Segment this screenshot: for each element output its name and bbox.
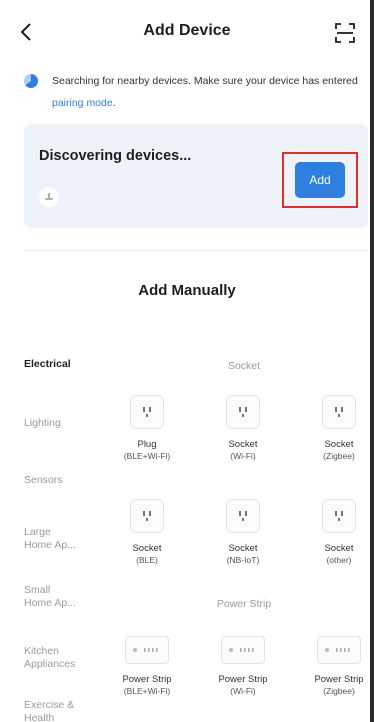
device-tile[interactable]: Socket (Zigbee) (296, 395, 374, 462)
device-name: Power Strip (122, 674, 172, 685)
device-name: Socket (228, 543, 258, 554)
device-name: Socket (324, 543, 354, 554)
device-protocol: (BLE) (136, 555, 158, 565)
device-protocol: (Zigbee) (323, 686, 355, 696)
category-sensors[interactable]: Sensors (24, 474, 110, 487)
device-tile[interactable]: Socket (NB-IoT) (200, 499, 286, 566)
discovered-device-icon[interactable] (39, 187, 59, 207)
power-strip-icon (221, 636, 265, 664)
notice-text: Searching for nearby devices. Make sure … (52, 70, 364, 114)
socket-icon (226, 499, 260, 533)
header: Add Device (0, 0, 374, 66)
device-tile[interactable]: Socket (Wi-Fi) (200, 395, 286, 462)
socket-icon (130, 499, 164, 533)
scan-button[interactable] (334, 22, 356, 44)
socket-icon (226, 395, 260, 429)
device-protocol: (NB-IoT) (226, 555, 260, 565)
discovering-title: Discovering devices... (39, 148, 192, 164)
device-name: Plug (137, 439, 157, 450)
page-title: Add Device (143, 22, 231, 39)
socket-icon (130, 395, 164, 429)
power-strip-icon (317, 636, 361, 664)
socket-icon (322, 395, 356, 429)
notice-message: Searching for nearby devices. Make sure … (52, 75, 358, 87)
device-icon (45, 193, 53, 200)
device-tile[interactable]: Power Strip (BLE+Wi-Fi) (104, 636, 190, 697)
power-strip-icon (125, 636, 169, 664)
category-electrical[interactable]: Electrical (24, 358, 110, 371)
add-button[interactable]: Add (295, 162, 345, 198)
device-tile[interactable]: Socket (other) (296, 499, 374, 566)
category-exercise-health[interactable]: Exercise & Health (24, 699, 76, 722)
device-name: Socket (324, 439, 354, 450)
device-tile[interactable]: Power Strip (Zigbee) (296, 636, 374, 697)
section-label-socket: Socket (227, 360, 261, 372)
device-name: Socket (228, 439, 258, 450)
device-tile[interactable]: Power Strip (Wi-Fi) (200, 636, 286, 697)
device-tile[interactable]: Plug (BLE+Wi-Fi) (104, 395, 190, 462)
category-lighting[interactable]: Lighting (24, 417, 110, 430)
loading-spinner-icon (24, 74, 38, 88)
device-name: Power Strip (218, 674, 268, 685)
right-edge-bar (370, 0, 374, 722)
notice-suffix: . (112, 97, 116, 109)
add-manually-title: Add Manually (138, 282, 236, 299)
category-small-home-appliances[interactable]: Small Home Ap... (24, 584, 80, 610)
device-protocol: (other) (326, 555, 352, 565)
scan-icon (335, 23, 355, 43)
device-protocol: (Zigbee) (323, 451, 355, 461)
device-name: Socket (132, 543, 162, 554)
socket-icon (322, 499, 356, 533)
section-label-power-strip: Power Strip (216, 598, 272, 610)
category-kitchen-appliances[interactable]: Kitchen Appliances (24, 645, 84, 671)
pairing-mode-link[interactable]: pairing mode (52, 97, 113, 109)
device-protocol: (BLE+Wi-Fi) (123, 451, 171, 461)
discovering-card: Discovering devices... Add (24, 124, 368, 228)
category-large-home-appliances[interactable]: Large Home Ap... (24, 526, 80, 552)
device-protocol: (Wi-Fi) (230, 451, 256, 461)
device-tile[interactable]: Socket (BLE) (104, 499, 190, 566)
device-protocol: (Wi-Fi) (230, 686, 256, 696)
divider (24, 250, 368, 251)
device-protocol: (BLE+Wi-Fi) (123, 686, 171, 696)
device-name: Power Strip (314, 674, 364, 685)
